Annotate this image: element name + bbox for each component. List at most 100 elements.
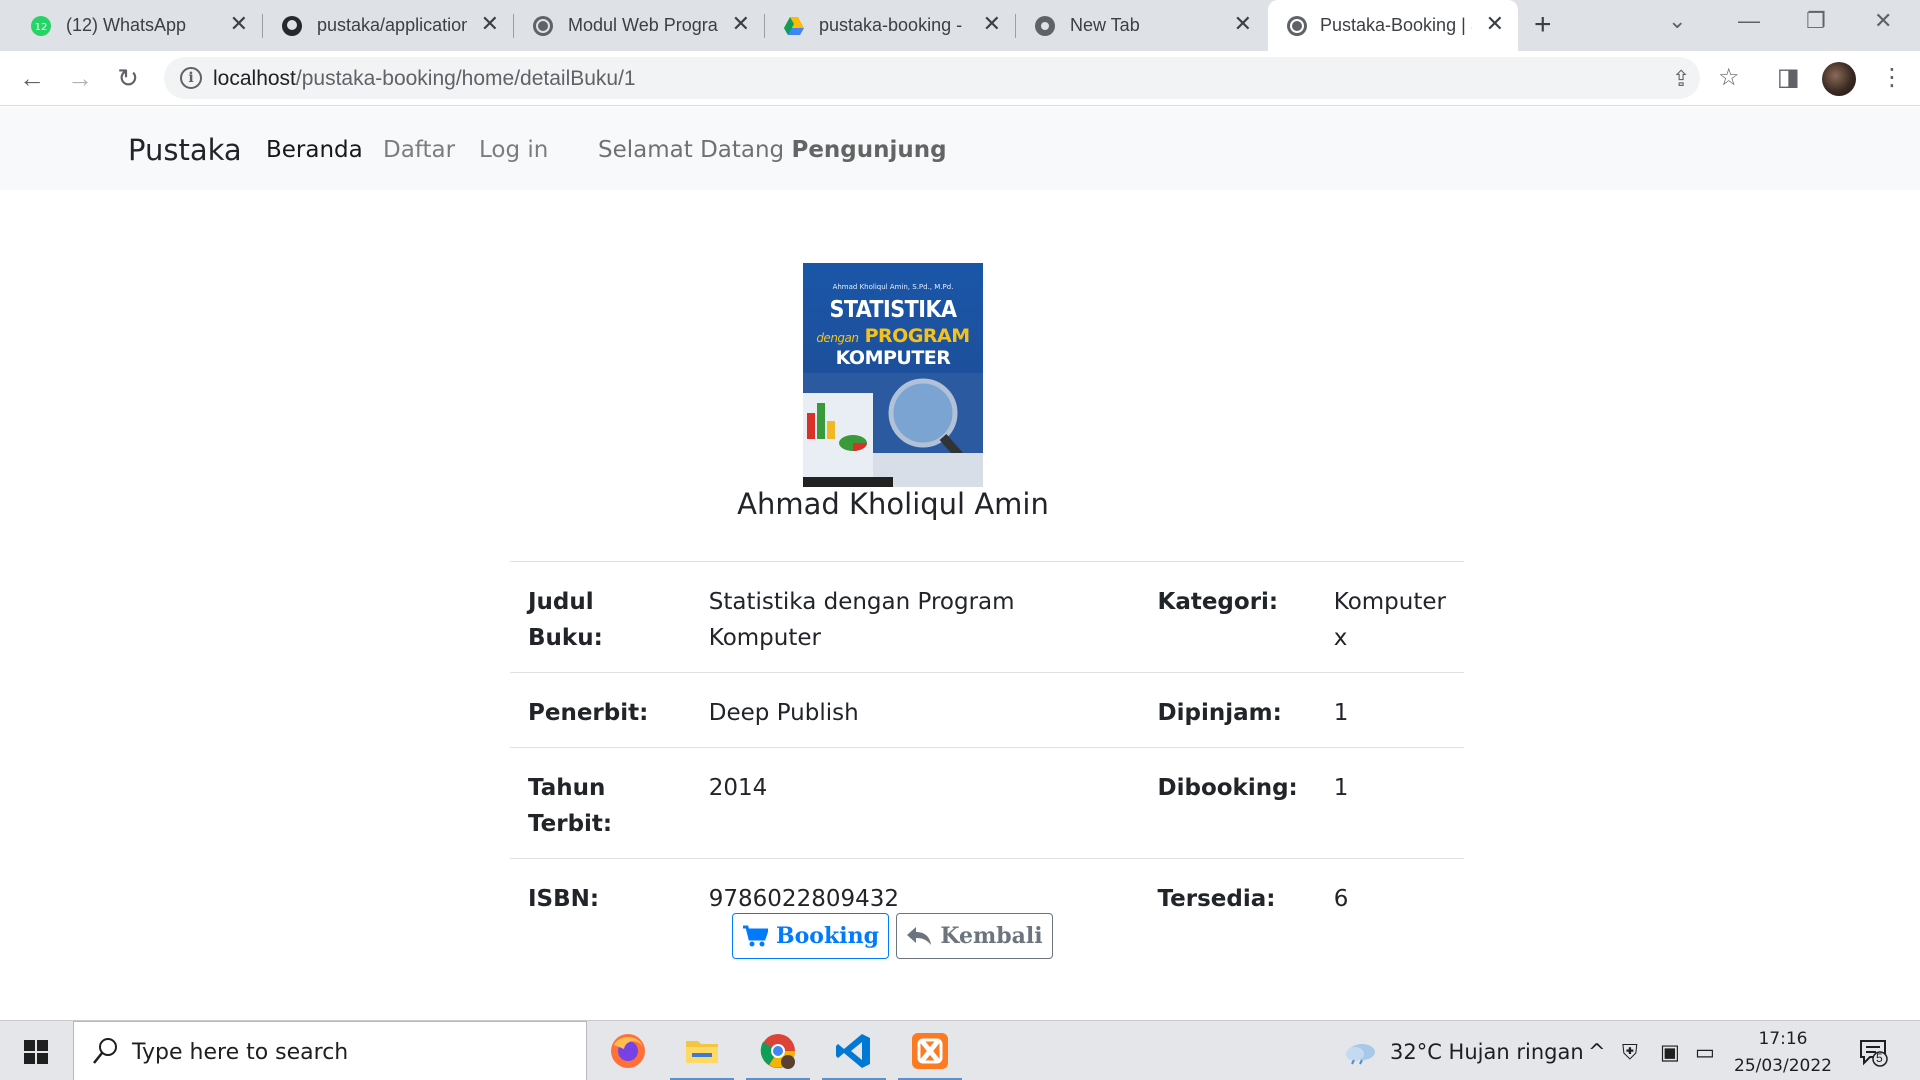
globe-icon <box>1287 16 1307 36</box>
value-dipinjam: 1 <box>1315 672 1464 748</box>
windows-start-icon[interactable] <box>24 1040 48 1064</box>
nav-link-login[interactable]: Log in <box>479 137 548 163</box>
svg-text:12: 12 <box>35 22 48 33</box>
tab-drive[interactable]: pustaka-booking - ✕ <box>765 0 1015 51</box>
tab-whatsapp[interactable]: 12 (12) WhatsApp ✕ <box>0 0 262 51</box>
label-isbn: ISBN: <box>510 858 691 933</box>
tab-search-icon[interactable]: ⌄ <box>1668 8 1686 34</box>
xampp-icon[interactable] <box>898 1031 962 1080</box>
meet-now-icon[interactable]: ▣ <box>1660 1040 1680 1064</box>
globe-icon <box>533 16 553 36</box>
tab-github[interactable]: pustaka/application ✕ <box>263 0 513 51</box>
label-dibooking: Dibooking: <box>1139 747 1316 859</box>
profile-avatar[interactable] <box>1822 62 1856 96</box>
label-tahun: Tahun Terbit: <box>510 747 691 859</box>
close-icon[interactable]: ✕ <box>1234 12 1252 36</box>
nav-link-daftar[interactable]: Daftar <box>383 137 455 163</box>
tab-label: pustaka/application <box>317 15 467 35</box>
battery-icon[interactable]: ▭ <box>1695 1040 1715 1064</box>
tab-label: pustaka-booking - <box>819 15 963 35</box>
tab-label: New Tab <box>1070 15 1140 35</box>
value-dibooking: 1 <box>1315 747 1464 859</box>
cover-title-3: KOMPUTER <box>835 347 951 369</box>
book-author: Ahmad Kholiqul Amin <box>737 487 1049 521</box>
tab-new-tab[interactable]: New Tab ✕ <box>1016 0 1266 51</box>
new-tab-button[interactable]: + <box>1534 8 1552 42</box>
notification-count: 5 <box>1876 1051 1883 1065</box>
browser-tab-strip: 12 (12) WhatsApp ✕ pustaka/application ✕… <box>0 0 1920 51</box>
welcome-text: Selamat Datang Pengunjung <box>598 137 947 163</box>
tab-label: Pustaka-Booking | S <box>1320 15 1472 35</box>
label-penerbit: Penerbit: <box>510 672 691 748</box>
close-icon[interactable]: ✕ <box>1486 12 1504 36</box>
taskbar-search-input[interactable]: Type here to search <box>73 1021 587 1080</box>
vscode-icon[interactable] <box>822 1031 886 1080</box>
shopping-cart-icon <box>743 925 769 947</box>
tab-label: Modul Web Progra <box>568 15 718 35</box>
label-kategori: Kategori: <box>1139 561 1316 673</box>
restore-button[interactable]: ❐ <box>1806 8 1826 34</box>
booking-label: Booking <box>776 923 879 949</box>
close-icon[interactable]: ✕ <box>230 12 248 36</box>
firefox-icon[interactable] <box>608 1031 648 1071</box>
search-icon <box>93 1038 117 1064</box>
label-dipinjam: Dipinjam: <box>1139 672 1316 748</box>
forward-button[interactable]: → <box>62 60 98 96</box>
bookmark-star-icon[interactable]: ☆ <box>1718 63 1740 92</box>
value-judul: Statistika dengan Program Komputer <box>690 561 1140 673</box>
close-icon[interactable]: ✕ <box>732 12 750 36</box>
github-icon <box>282 16 302 36</box>
kembali-label: Kembali <box>940 923 1043 949</box>
kembali-button[interactable]: Kembali <box>896 913 1053 959</box>
tab-modul[interactable]: Modul Web Progra ✕ <box>514 0 764 51</box>
chrome-icon <box>1035 16 1055 36</box>
url-text[interactable]: localhost/pustaka-booking/home/detailBuk… <box>213 67 636 91</box>
table-row: Penerbit: Deep Publish Dipinjam: 1 <box>510 672 1464 748</box>
chrome-app-icon[interactable] <box>746 1031 810 1080</box>
cover-author: Ahmad Kholiqul Amin, S.Pd., M.Pd. <box>832 283 954 291</box>
clock-date: 25/03/2022 <box>1734 1056 1832 1076</box>
label-tersedia: Tersedia: <box>1139 858 1316 933</box>
brand-link[interactable]: Pustaka <box>128 133 242 167</box>
weather-rain-icon[interactable] <box>1344 1041 1378 1065</box>
weather-text[interactable]: 32°C Hujan ringan <box>1390 1040 1584 1064</box>
browser-toolbar: ← → ↻ i localhost/pustaka-booking/home/d… <box>0 51 1920 106</box>
taskbar-clock[interactable]: 17:16 25/03/2022 <box>1734 1026 1832 1080</box>
windows-taskbar: Type here to search 32°C Hujan ringan ^ … <box>0 1020 1920 1080</box>
value-tahun: 2014 <box>690 747 1140 859</box>
tab-pustaka-booking[interactable]: Pustaka-Booking | S ✕ <box>1268 0 1518 51</box>
file-explorer-icon[interactable] <box>670 1031 734 1080</box>
site-navbar: Pustaka Beranda Daftar Log in Selamat Da… <box>0 107 1920 190</box>
search-placeholder: Type here to search <box>132 1040 349 1065</box>
reply-arrow-icon <box>907 927 932 945</box>
value-penerbit: Deep Publish <box>690 672 1140 748</box>
welcome-user: Pengunjung <box>791 137 947 163</box>
cover-title-1: STATISTIKA <box>829 297 957 323</box>
address-bar[interactable]: i localhost/pustaka-booking/home/detailB… <box>164 57 1700 99</box>
site-info-icon[interactable]: i <box>180 67 202 89</box>
back-button[interactable]: ← <box>14 60 50 96</box>
clock-time: 17:16 <box>1758 1029 1808 1049</box>
whatsapp-icon: 12 <box>31 16 51 36</box>
table-row: Tahun Terbit: 2014 Dibooking: 1 <box>510 747 1464 859</box>
security-shield-icon[interactable]: ⛨ <box>1622 1040 1638 1065</box>
minimize-button[interactable]: — <box>1738 8 1760 34</box>
tab-label: (12) WhatsApp <box>66 15 187 35</box>
notification-icon[interactable]: 5 <box>1858 1037 1888 1067</box>
cover-illustration <box>803 373 983 487</box>
close-icon[interactable]: ✕ <box>481 12 499 36</box>
close-icon[interactable]: ✕ <box>983 12 1001 36</box>
label-judul: Judul Buku: <box>510 561 691 673</box>
share-icon[interactable]: ⇪ <box>1672 66 1690 92</box>
value-tersedia: 6 <box>1315 858 1464 933</box>
menu-icon[interactable]: ⋮ <box>1880 63 1904 92</box>
reload-button[interactable]: ↻ <box>110 60 146 96</box>
value-kategori: Komputer x <box>1315 561 1464 673</box>
close-window-button[interactable]: ✕ <box>1874 8 1892 34</box>
cover-title-2: dengan PROGRAM <box>816 325 970 347</box>
nav-link-beranda[interactable]: Beranda <box>266 137 363 163</box>
side-panel-icon[interactable]: ◨ <box>1777 63 1800 92</box>
google-drive-icon <box>784 17 804 35</box>
booking-button[interactable]: Booking <box>732 913 889 959</box>
chevron-up-icon[interactable]: ^ <box>1588 1040 1606 1064</box>
